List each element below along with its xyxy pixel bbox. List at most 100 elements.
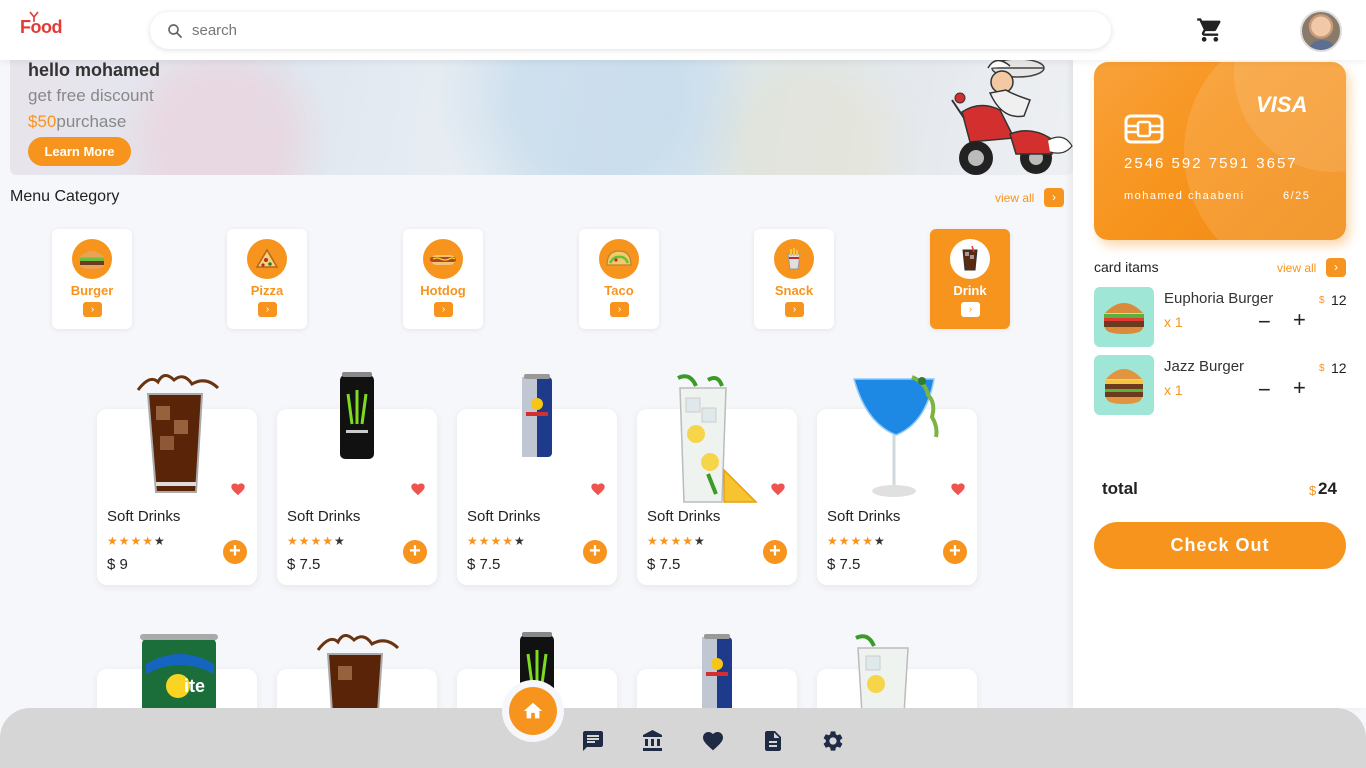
add-to-cart-button[interactable]: + [223,540,247,564]
redbull-can-image [522,374,552,457]
document-icon[interactable] [761,729,785,753]
product-rating: ★★★★★ [287,534,346,548]
menu-view-all-link[interactable]: view all [995,191,1034,205]
category-burger[interactable]: Burger › [52,229,132,329]
add-to-cart-button[interactable]: + [763,540,787,564]
add-to-cart-button[interactable]: + [583,540,607,564]
burger-thumbnail [1094,287,1154,347]
monster-can-image [340,372,374,459]
sprite-can-image: ite [140,634,218,714]
category-snack[interactable]: Snack › [754,229,834,329]
learn-more-button[interactable]: Learn More [28,137,131,166]
cart-item-price: 12 [1331,360,1347,376]
discount-price: $50 [28,112,57,131]
drink-icon [950,239,990,279]
cart-item: Euphoria Burger x 1 − + $ 12 [1094,287,1354,347]
add-to-cart-button[interactable]: + [943,540,967,564]
cart-item-currency: $ [1319,363,1325,374]
decrease-qty-button[interactable]: − [1258,309,1271,335]
card-number: 2546 592 7591 3657 [1124,155,1298,172]
discount-text: get free discount [28,86,154,105]
category-label: Hotdog [420,283,466,298]
category-pizza[interactable]: Pizza › [227,229,307,329]
cart-item-name: Jazz Burger [1164,358,1245,375]
fork-icon [29,11,39,22]
cart-view-all-arrow[interactable]: › [1326,258,1346,277]
category-arrow[interactable]: › [961,302,980,317]
cart-view-all-link[interactable]: view all [1277,261,1316,275]
category-hotdog[interactable]: Hotdog › [403,229,483,329]
total-label: total [1102,479,1138,498]
category-taco[interactable]: Taco › [579,229,659,329]
total-value: 24 [1318,479,1337,498]
card-expiry: 6/25 [1283,190,1311,202]
product-price: $ 7.5 [647,556,681,573]
category-label: Taco [604,283,634,298]
cart-item-qty: x 1 [1164,382,1183,398]
greeting-text: hello mohamed [28,60,161,80]
checkout-button[interactable]: Check Out [1094,522,1346,569]
menu-view-all-arrow[interactable]: › [1044,188,1064,207]
product-rating: ★★★★★ [107,534,166,548]
product-title: Soft Drinks [647,508,721,525]
chat-icon[interactable] [581,729,605,753]
home-button[interactable] [509,687,557,735]
product-title: Soft Drinks [287,508,361,525]
category-label: Drink [953,283,987,298]
favorite-heart-icon[interactable] [590,481,606,496]
logo-text: Food [20,17,62,37]
category-arrow[interactable]: › [610,302,629,317]
product-price: $ 9 [107,556,128,573]
product-rating: ★★★★★ [647,534,706,548]
lemonade-glass-image [855,634,909,714]
snack-icon [774,239,814,279]
product-price: $ 7.5 [827,556,861,573]
burger-icon [72,239,112,279]
category-arrow[interactable]: › [258,302,277,317]
product-title: Soft Drinks [107,508,181,525]
category-label: Pizza [250,283,284,298]
category-drink[interactable]: Drink › [930,229,1010,329]
category-label: Burger [70,283,114,298]
bank-icon[interactable] [641,729,665,753]
cart-items-title: card itams [1094,259,1159,275]
svg-text:ite: ite [184,676,205,696]
favorite-heart-icon[interactable] [230,481,246,496]
hotdog-icon [423,239,463,279]
discount-amount: $50purchase [28,112,126,132]
favorite-heart-icon[interactable] [410,481,426,496]
heart-icon[interactable] [701,729,725,753]
product-price: $ 7.5 [467,556,501,573]
search-icon [168,23,182,38]
product-title: Soft Drinks [467,508,541,525]
discount-suffix: purchase [56,112,127,131]
top-bar: Food [0,0,1366,60]
app-logo[interactable]: Food [20,11,62,38]
settings-icon[interactable] [821,729,845,753]
category-arrow[interactable]: › [785,302,804,317]
bottom-navigation [0,708,1366,768]
add-to-cart-button[interactable]: + [403,540,427,564]
cart-item-price: 12 [1331,292,1347,308]
delivery-chef-illustration [951,60,1073,175]
product-price: $ 7.5 [287,556,321,573]
increase-qty-button[interactable]: + [1293,307,1306,333]
search-input[interactable] [192,22,992,39]
increase-qty-button[interactable]: + [1293,375,1306,401]
favorite-heart-icon[interactable] [770,481,786,496]
total-currency: $ [1309,483,1317,498]
payment-card[interactable]: VISA 2546 592 7591 3657 mohamed chaabeni… [1094,62,1346,240]
product-rating: ★★★★★ [827,534,886,548]
product-rating: ★★★★★ [467,534,526,548]
category-arrow[interactable]: › [83,302,102,317]
category-arrow[interactable]: › [434,302,453,317]
favorite-heart-icon[interactable] [950,481,966,496]
decrease-qty-button[interactable]: − [1258,377,1271,403]
user-avatar[interactable] [1300,10,1342,52]
cart-item: Jazz Burger x 1 − + $ 12 [1094,355,1354,415]
search-bar[interactable] [150,12,1111,49]
category-label: Snack [774,283,814,298]
cart-button[interactable] [1196,16,1224,44]
cart-item-currency: $ [1319,295,1325,306]
cart-item-qty: x 1 [1164,314,1183,330]
